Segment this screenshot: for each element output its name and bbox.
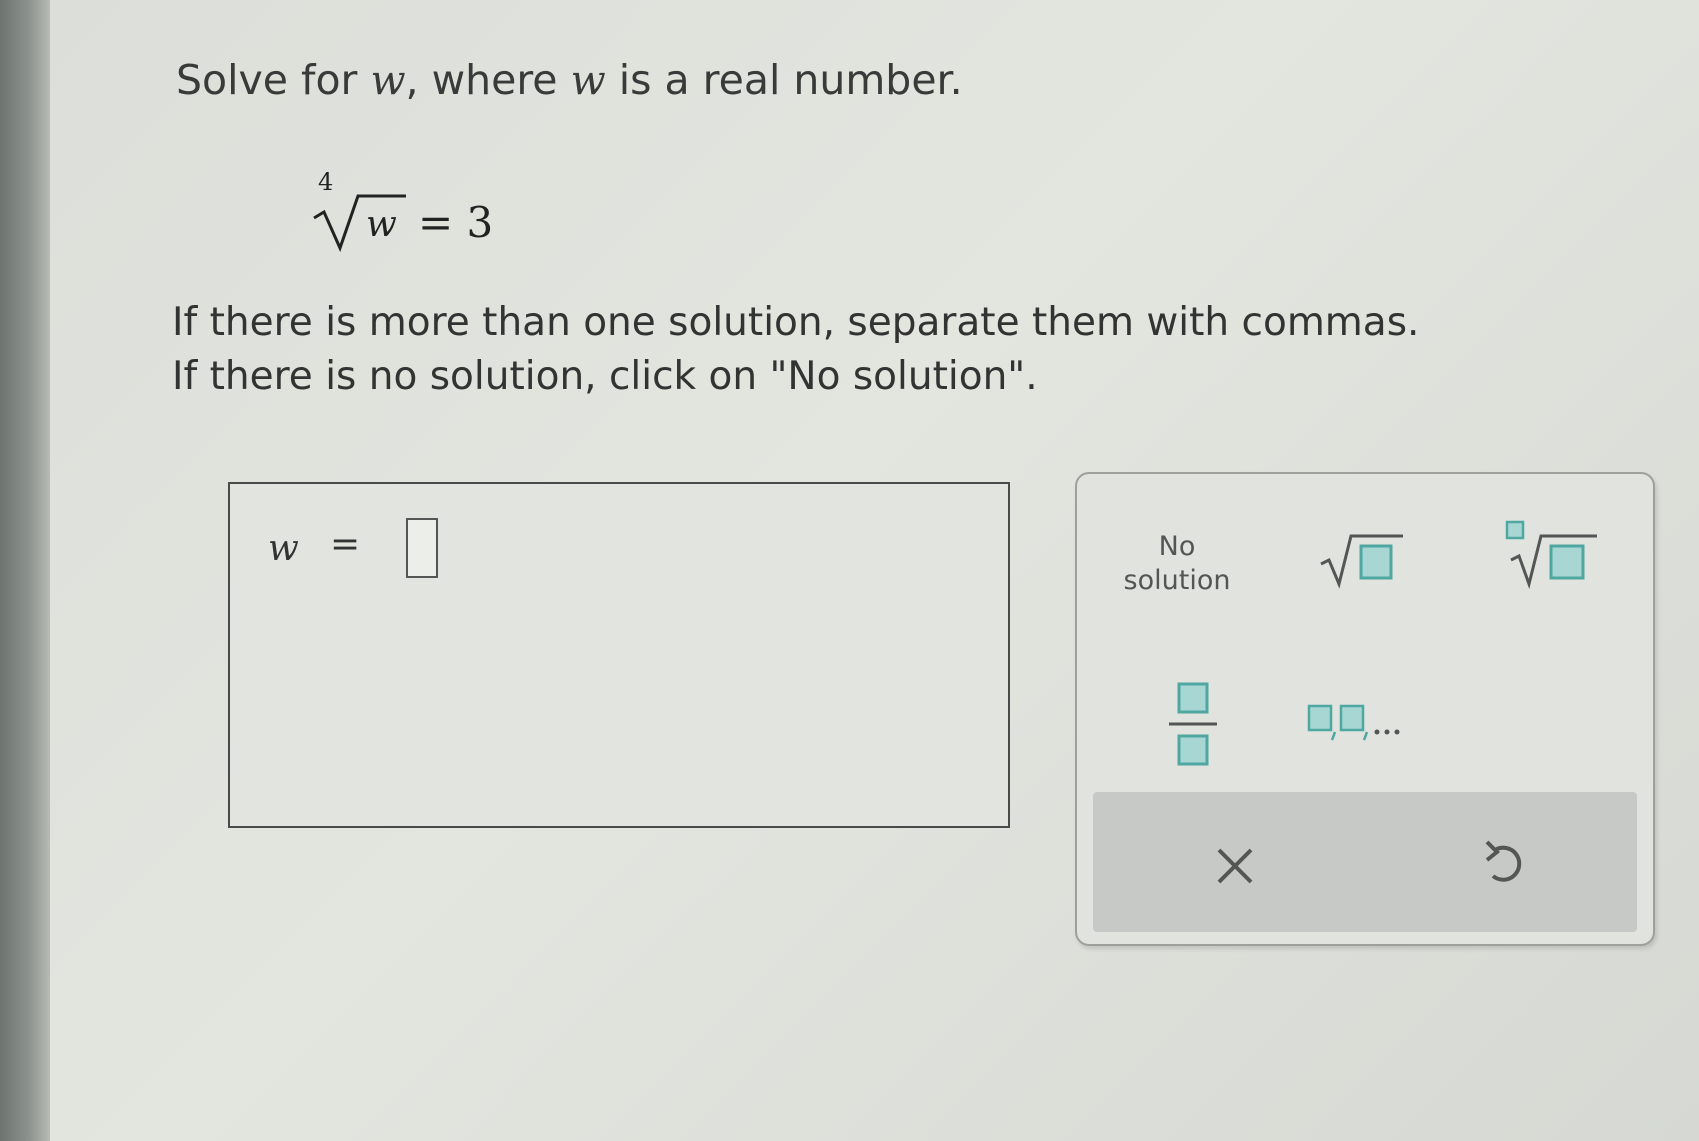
prompt-text-middle: , where (405, 56, 571, 104)
nth-root-icon (1505, 520, 1597, 590)
equation-rhs: = 3 (418, 198, 494, 247)
instruction-line: If there is more than one solution, sepa… (172, 300, 1420, 345)
prompt-variable: w (570, 56, 606, 104)
fraction-icon (1169, 682, 1217, 766)
square-root-button[interactable] (1317, 524, 1407, 594)
question-prompt: Solve for w, where w is a real number. (176, 56, 963, 104)
prompt-variable: w (370, 56, 406, 104)
action-bar (1093, 792, 1637, 932)
answer-equals: = (330, 524, 361, 565)
list-icon (1307, 704, 1400, 741)
no-solution-label: No (1158, 531, 1196, 562)
instruction-line: If there is no solution, click on "No so… (172, 354, 1038, 399)
radicand: w (366, 204, 397, 245)
math-keypad: No solution (1075, 472, 1655, 946)
nth-root-button[interactable] (1501, 518, 1601, 594)
square-root-icon (1320, 534, 1403, 589)
fraction-button[interactable] (1163, 674, 1223, 774)
undo-icon (1485, 840, 1522, 882)
answer-variable: w (268, 528, 299, 569)
answer-box[interactable]: w = (228, 482, 1010, 828)
list-button[interactable] (1305, 692, 1435, 748)
close-icon (1217, 848, 1253, 884)
no-solution-button[interactable]: No solution (1107, 530, 1247, 598)
equation: 4 w = 3 (308, 168, 498, 253)
monitor-bezel (0, 0, 50, 1141)
prompt-text-before: Solve for (176, 56, 371, 104)
instructions: If there is more than one solution, sepa… (172, 296, 1419, 404)
clear-button[interactable] (1195, 826, 1275, 906)
answer-input[interactable] (406, 518, 438, 578)
prompt-text-after: is a real number. (605, 56, 963, 104)
root-index: 4 (318, 168, 334, 196)
no-solution-label: solution (1123, 565, 1231, 596)
undo-button[interactable] (1465, 826, 1545, 906)
